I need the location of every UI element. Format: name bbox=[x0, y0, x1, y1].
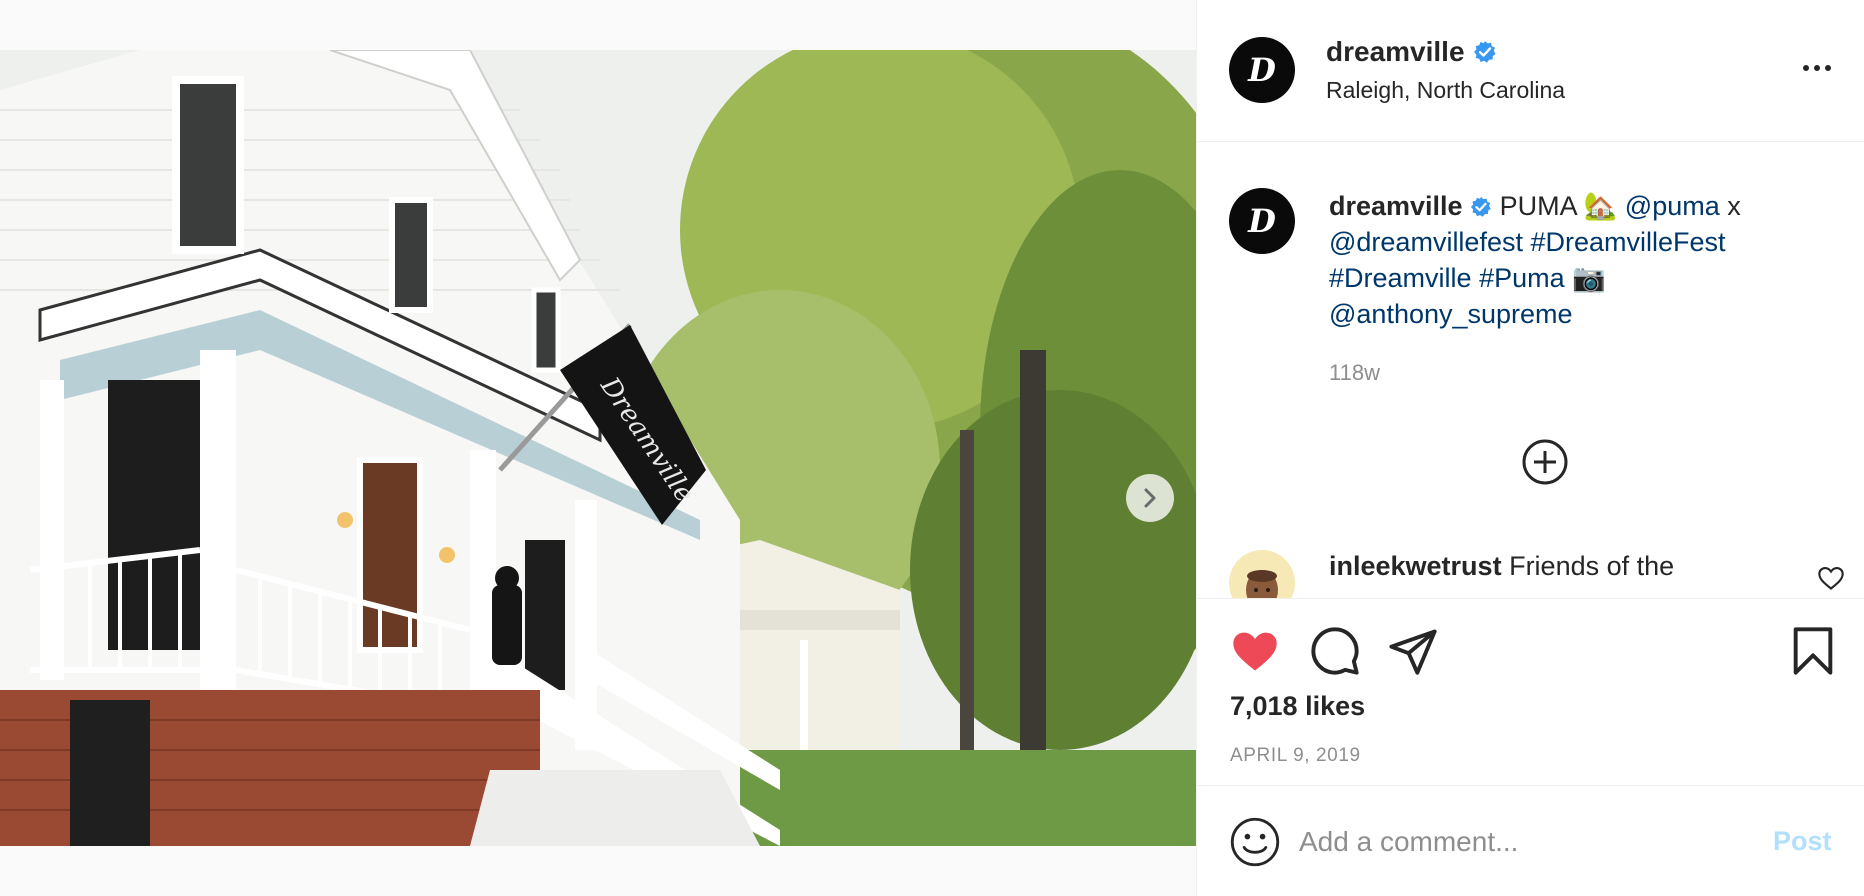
camera-emoji: 📷 bbox=[1572, 263, 1606, 293]
caption-text: dreamville PUMA 🏡 @puma x @dreamvillefes… bbox=[1329, 188, 1809, 332]
post-location[interactable]: Raleigh, North Carolina bbox=[1326, 77, 1565, 104]
chevron-right-icon bbox=[1144, 488, 1156, 508]
caption-username[interactable]: dreamville bbox=[1329, 191, 1463, 221]
svg-text:D: D bbox=[1247, 51, 1276, 89]
mention-photographer-link[interactable]: @anthony_supreme bbox=[1329, 299, 1573, 329]
add-comment-bar: Post bbox=[1197, 786, 1864, 896]
post-username[interactable]: dreamville bbox=[1326, 36, 1497, 68]
house-photo-image: Dreamville bbox=[0, 50, 1196, 846]
comment-like-heart-icon[interactable] bbox=[1817, 564, 1845, 592]
more-horizontal-icon bbox=[1803, 65, 1809, 71]
verified-badge-icon bbox=[1471, 196, 1491, 217]
dreamville-logo-icon: D bbox=[1247, 51, 1276, 89]
caption-puma-text: PUMA bbox=[1499, 191, 1577, 221]
mention-puma-link[interactable]: @puma bbox=[1625, 191, 1720, 221]
comment-body: Friends of the bbox=[1509, 551, 1675, 581]
caption-age[interactable]: 118w bbox=[1329, 360, 1380, 386]
hashtag-dreamville-link[interactable]: #Dreamville bbox=[1329, 263, 1472, 293]
post-sidebar: D dreamville Raleigh, North Carolina D d… bbox=[1196, 0, 1864, 896]
caption-avatar[interactable]: D bbox=[1229, 188, 1295, 254]
post-comment-button[interactable]: Post bbox=[1773, 826, 1832, 857]
hashtag-puma-link[interactable]: #Puma bbox=[1479, 263, 1565, 293]
comment-bubble-icon[interactable] bbox=[1309, 625, 1361, 677]
like-count[interactable]: 7,018 likes bbox=[1230, 691, 1365, 722]
commenter-avatar[interactable] bbox=[1229, 550, 1295, 598]
more-options-button[interactable] bbox=[1797, 56, 1837, 80]
verified-badge-icon bbox=[1473, 41, 1496, 63]
house-emoji: 🏡 bbox=[1583, 191, 1618, 221]
post-date[interactable]: APRIL 9, 2019 bbox=[1230, 745, 1361, 767]
avatar[interactable]: D bbox=[1229, 37, 1295, 103]
share-paper-plane-icon[interactable] bbox=[1387, 625, 1439, 677]
comment-input[interactable] bbox=[1299, 814, 1739, 870]
load-more-comments-icon[interactable] bbox=[1521, 438, 1569, 486]
post-username-text[interactable]: dreamville bbox=[1326, 36, 1465, 68]
post-header: D dreamville Raleigh, North Carolina bbox=[1197, 0, 1864, 142]
next-slide-button[interactable] bbox=[1126, 474, 1174, 522]
post-actions: 7,018 likes APRIL 9, 2019 bbox=[1197, 598, 1864, 786]
emoji-smiley-icon[interactable] bbox=[1229, 816, 1281, 868]
comment-username[interactable]: inleekwetrust bbox=[1329, 551, 1502, 581]
like-heart-icon[interactable] bbox=[1229, 625, 1281, 677]
dreamville-logo-icon: D bbox=[1247, 202, 1276, 240]
comments-section: D dreamville PUMA 🏡 @puma x @dreamvillef… bbox=[1197, 142, 1864, 598]
post-photo: Dreamville bbox=[0, 50, 1196, 846]
svg-text:D: D bbox=[1247, 202, 1276, 240]
mention-dreamvillefest-link[interactable]: @dreamvillefest bbox=[1329, 227, 1523, 257]
caption-x-text: x bbox=[1727, 191, 1741, 221]
memoji-avatar-icon bbox=[1246, 570, 1278, 598]
save-bookmark-icon[interactable] bbox=[1787, 625, 1839, 677]
hashtag-dreamvillefest-link[interactable]: #DreamvilleFest bbox=[1531, 227, 1726, 257]
comment: inleekwetrust Friends of the bbox=[1329, 548, 1674, 584]
